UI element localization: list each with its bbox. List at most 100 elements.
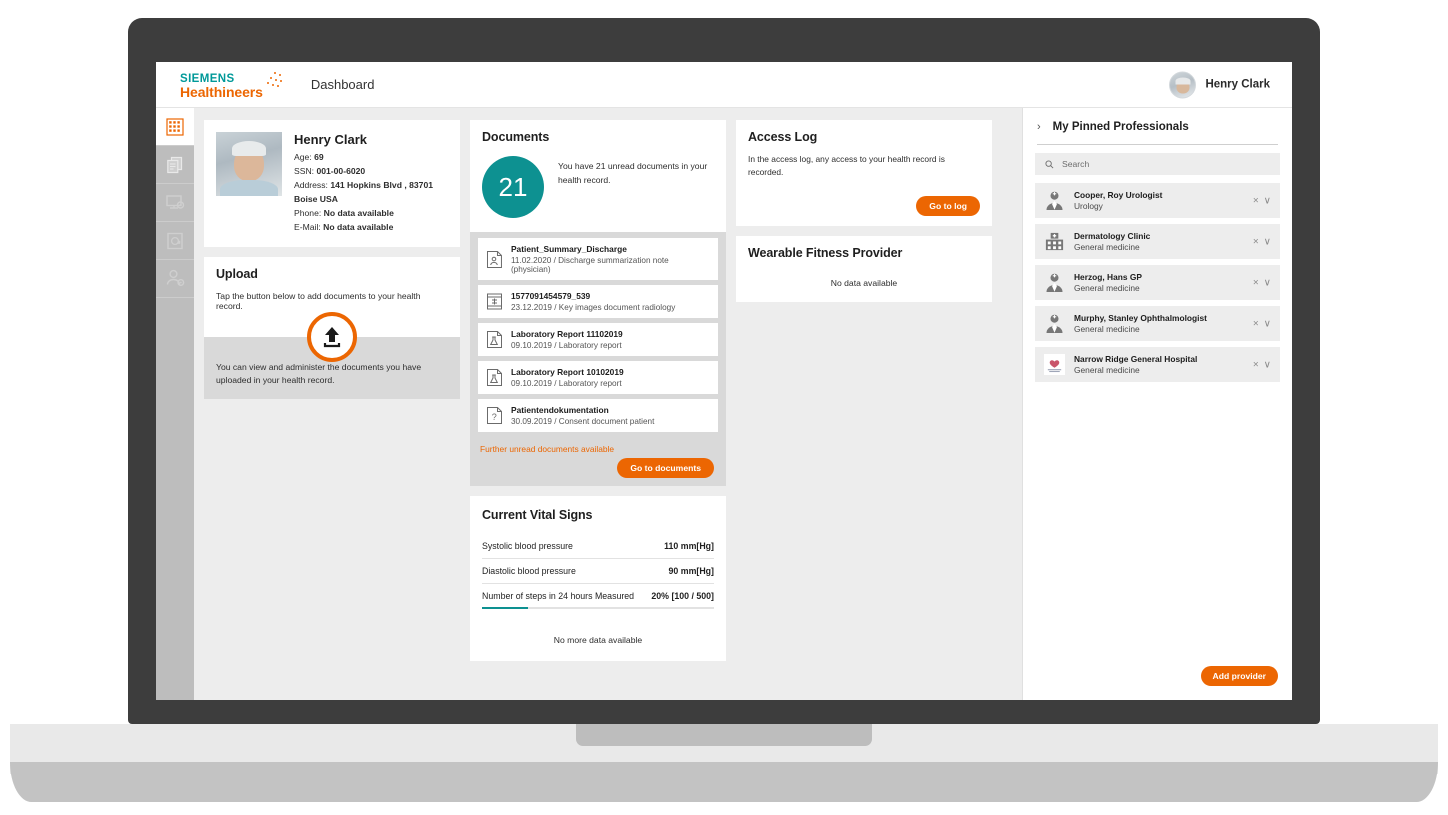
laptop-trackpad-notch	[576, 724, 872, 746]
user-menu[interactable]: Henry Clark	[1169, 71, 1270, 98]
wearable-card: Wearable Fitness Provider No data availa…	[736, 236, 992, 302]
vitals-empty-label: No more data available	[482, 635, 714, 645]
professional-specialty: Urology	[1074, 201, 1162, 211]
search-icon	[1045, 160, 1054, 169]
document-row[interactable]: 1577091454579_539 23.12.2019 / Key image…	[478, 285, 718, 318]
consent-question-icon: ?	[486, 406, 503, 425]
professional-name: Narrow Ridge General Hospital	[1074, 354, 1197, 364]
further-unread-label: Further unread documents available	[480, 444, 716, 454]
page-title: Dashboard	[311, 77, 375, 92]
hospital-logo-icon	[1044, 354, 1065, 375]
document-meta: 11.02.2020 / Discharge summarization not…	[511, 256, 710, 274]
professional-specialty: General medicine	[1074, 324, 1207, 334]
list-item[interactable]: Dermatology Clinic General medicine × ∨	[1035, 224, 1280, 259]
sidebar-item-devices[interactable]	[156, 184, 194, 222]
application-screen: SIEMENS Healthineers Dashboard Henry Cla…	[156, 62, 1292, 700]
upload-arrow-icon	[319, 324, 345, 350]
patient-photo	[216, 132, 282, 196]
sidebar-item-contact[interactable]	[156, 222, 194, 260]
doctor-avatar-icon	[1044, 190, 1065, 211]
dashboard-grid-icon	[166, 118, 184, 136]
chevron-down-icon[interactable]: ∨	[1264, 359, 1271, 370]
vital-value: 20% [100 / 500]	[651, 591, 714, 601]
document-row[interactable]: Laboratory Report 10102019 09.10.2019 / …	[478, 361, 718, 394]
unread-count-badge: 21	[482, 156, 544, 218]
documents-title: Documents	[482, 130, 714, 144]
upload-instruction: Tap the button below to add documents to…	[216, 291, 448, 311]
document-row[interactable]: Laboratory Report 11102019 09.10.2019 / …	[478, 323, 718, 356]
patient-details: Henry Clark Age: 69 SSN: 001-00-6020 Add…	[294, 132, 448, 235]
remove-icon[interactable]: ×	[1253, 236, 1259, 247]
column-middle: Documents 21 You have 21 unread document…	[470, 120, 726, 661]
wearable-title: Wearable Fitness Provider	[748, 246, 980, 260]
steps-progress-bar	[482, 607, 714, 609]
list-item[interactable]: Herzog, Hans GP General medicine × ∨	[1035, 265, 1280, 300]
logo-line-siemens: SIEMENS	[180, 73, 235, 85]
doctor-avatar-icon	[1044, 272, 1065, 293]
document-meta: 23.12.2019 / Key images document radiolo…	[511, 303, 675, 312]
list-item[interactable]: Cooper, Roy Urologist Urology × ∨	[1035, 183, 1280, 218]
icon-sidebar	[156, 108, 194, 700]
professional-specialty: General medicine	[1074, 242, 1150, 252]
upload-button[interactable]	[307, 312, 357, 362]
logo-dots-icon	[265, 72, 285, 92]
radiology-image-icon	[486, 292, 503, 311]
document-row[interactable]: ? Patientendokumentation 30.09.2019 / Co…	[478, 399, 718, 432]
pinned-panel-title: My Pinned Professionals	[1053, 121, 1189, 133]
sidebar-item-dashboard[interactable]	[156, 108, 194, 146]
app-body: Henry Clark Age: 69 SSN: 001-00-6020 Add…	[156, 108, 1292, 700]
sidebar-item-account[interactable]	[156, 260, 194, 298]
search-input[interactable]: Search	[1035, 153, 1280, 175]
add-provider-wrap: Add provider	[1201, 666, 1278, 686]
patient-address: Address: 141 Hopkins Blvd , 83701 Boise …	[294, 179, 448, 207]
list-item[interactable]: Murphy, Stanley Ophthalmologist General …	[1035, 306, 1280, 341]
list-item[interactable]: Narrow Ridge General Hospital General me…	[1035, 347, 1280, 382]
laptop-mockup: SIEMENS Healthineers Dashboard Henry Cla…	[0, 0, 1448, 815]
go-to-log-button[interactable]: Go to log	[916, 196, 980, 216]
document-name: Patientendokumentation	[511, 405, 654, 415]
chevron-right-icon[interactable]: ›	[1037, 121, 1041, 133]
sidebar-item-documents[interactable]	[156, 146, 194, 184]
vital-label: Systolic blood pressure	[482, 541, 573, 551]
document-name: 1577091454579_539	[511, 291, 675, 301]
upload-title: Upload	[216, 267, 448, 281]
remove-icon[interactable]: ×	[1253, 318, 1259, 329]
column-left: Henry Clark Age: 69 SSN: 001-00-6020 Add…	[204, 120, 460, 399]
patient-info-card: Henry Clark Age: 69 SSN: 001-00-6020 Add…	[204, 120, 460, 247]
document-name: Laboratory Report 10102019	[511, 367, 624, 377]
upload-card-bottom: You can view and administer the document…	[204, 337, 460, 400]
vital-label: Number of steps in 24 hours Measured	[482, 591, 634, 601]
professional-name: Dermatology Clinic	[1074, 231, 1150, 241]
wearable-empty-label: No data available	[748, 278, 980, 292]
upload-card: Upload Tap the button below to add docum…	[204, 257, 460, 400]
documents-icon	[165, 155, 185, 175]
professional-name: Herzog, Hans GP	[1074, 272, 1142, 282]
chevron-down-icon[interactable]: ∨	[1264, 236, 1271, 247]
siemens-healthineers-logo: SIEMENS Healthineers	[180, 70, 263, 100]
column-right: Access Log In the access log, any access…	[736, 120, 992, 302]
vital-signs-title: Current Vital Signs	[482, 508, 714, 522]
chevron-down-icon[interactable]: ∨	[1264, 195, 1271, 206]
document-row[interactable]: Patient_Summary_Discharge 11.02.2020 / D…	[478, 238, 718, 280]
monitor-settings-icon	[165, 192, 186, 213]
vital-row: Number of steps in 24 hours Measured 20%…	[482, 584, 714, 609]
go-to-documents-button[interactable]: Go to documents	[617, 458, 714, 478]
chevron-down-icon[interactable]: ∨	[1264, 277, 1271, 288]
remove-icon[interactable]: ×	[1253, 359, 1259, 370]
document-name: Laboratory Report 11102019	[511, 329, 623, 339]
document-meta: 09.10.2019 / Laboratory report	[511, 379, 624, 388]
discharge-note-icon	[486, 250, 503, 269]
access-log-title: Access Log	[748, 130, 980, 144]
svg-text:?: ?	[492, 412, 497, 422]
chevron-down-icon[interactable]: ∨	[1264, 318, 1271, 329]
hospital-building-icon	[1044, 231, 1065, 252]
documents-header: Documents 21 You have 21 unread document…	[470, 120, 726, 232]
professional-name: Murphy, Stanley Ophthalmologist	[1074, 313, 1207, 323]
vital-value: 90 mm[Hg]	[669, 566, 714, 576]
add-provider-button[interactable]: Add provider	[1201, 666, 1278, 686]
remove-icon[interactable]: ×	[1253, 277, 1259, 288]
remove-icon[interactable]: ×	[1253, 195, 1259, 206]
pinned-panel-header: › My Pinned Professionals	[1023, 108, 1292, 144]
vital-value: 110 mm[Hg]	[664, 541, 714, 551]
documents-list: Patient_Summary_Discharge 11.02.2020 / D…	[470, 232, 726, 440]
